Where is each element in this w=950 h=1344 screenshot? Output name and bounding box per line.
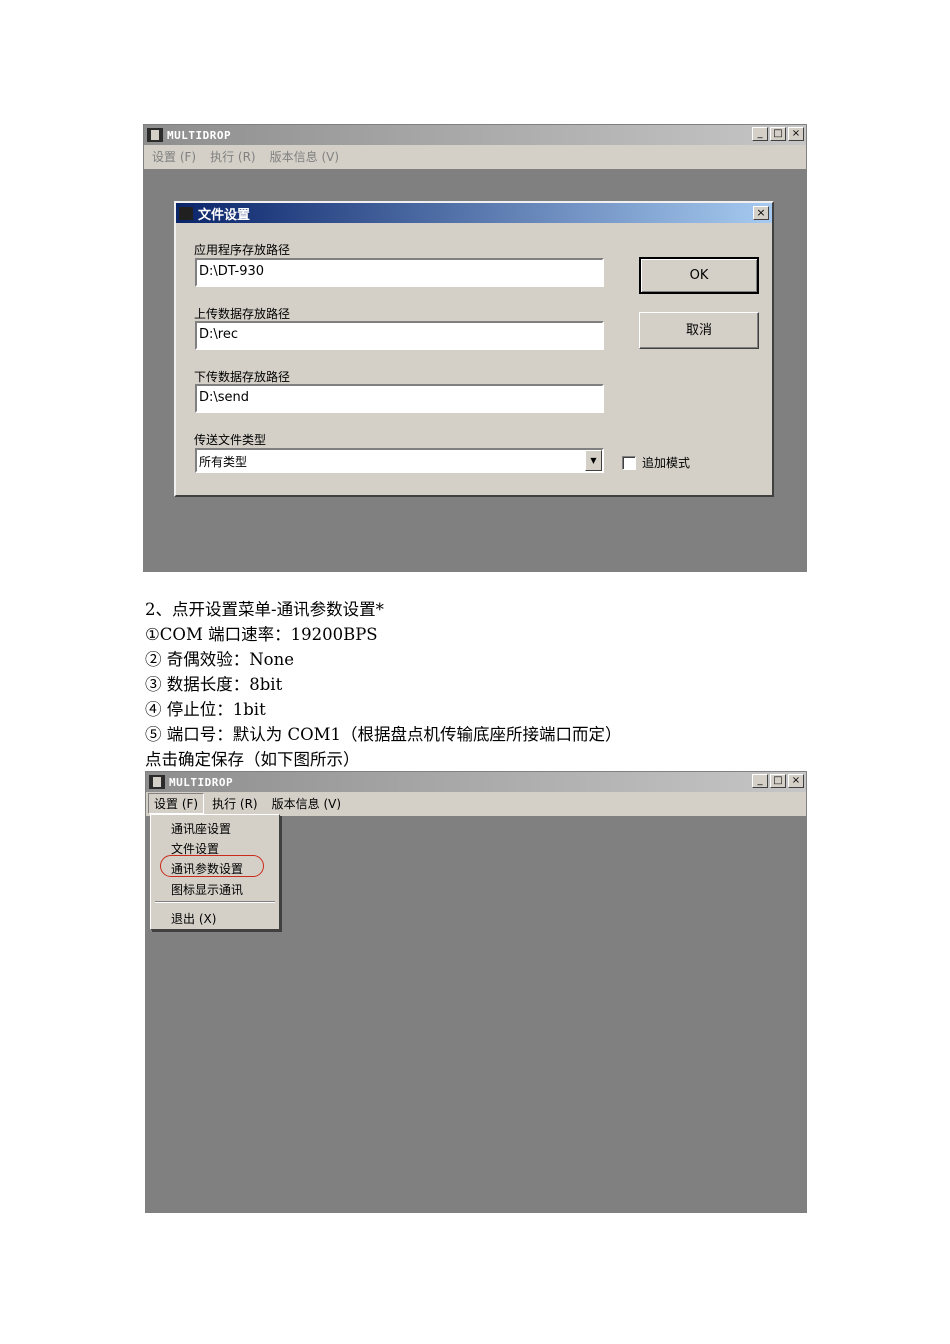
menu-settings[interactable]: 设置 (F) [146, 146, 202, 167]
close-button[interactable]: × [788, 127, 804, 141]
upload-path-input[interactable]: D:\rec [195, 321, 604, 350]
instruction-line-2: ② 奇偶效验：None [145, 650, 295, 669]
file-type-value: 所有类型 [199, 455, 248, 469]
dropdown-arrow-icon[interactable]: ▼ [585, 450, 602, 471]
dialog-icon [179, 206, 193, 220]
menu-version-info[interactable]: 版本信息 (V) [264, 146, 345, 167]
checkbox-box[interactable] [622, 455, 636, 470]
menu-item-exit[interactable]: 退出 (X) [171, 910, 216, 927]
cancel-button[interactable]: 取消 [639, 312, 759, 349]
file-type-label: 传送文件类型 [194, 433, 267, 447]
menu-item-comm-port-settings[interactable]: 通讯座设置 [171, 820, 231, 837]
menu-execute[interactable]: 执行 (R) [206, 793, 264, 814]
instruction-line-1: ①COM 端口速率：19200BPS [145, 625, 378, 644]
dialog-title: 文件设置 [198, 207, 251, 223]
minimize-button[interactable]: _ [752, 774, 768, 788]
download-path-label: 下传数据存放路径 [194, 370, 291, 384]
client-area: 文件设置 × 应用程序存放路径 D:\DT-930 上传数据存放路径 D:\re… [144, 169, 806, 571]
multidrop-window-file-settings: MULTIDROP _ □ × 设置 (F) 执行 (R) 版本信息 (V) 文… [143, 124, 807, 572]
file-type-select[interactable]: 所有类型 ▼ [195, 448, 604, 473]
menu-separator [155, 901, 275, 903]
menu-bar: 设置 (F) 执行 (R) 版本信息 (V) [144, 145, 806, 167]
title-bar[interactable]: MULTIDROP _ □ × [144, 125, 806, 145]
instruction-line-5: ⑤ 端口号：默认为 COM1（根据盘点机传输底座所接端口而定） [145, 725, 622, 744]
app-icon [149, 775, 165, 789]
menu-version-info[interactable]: 版本信息 (V) [266, 793, 347, 814]
minimize-button[interactable]: _ [752, 127, 768, 141]
multidrop-window-menu-open: MULTIDROP _ □ × 设置 (F) 执行 (R) 版本信息 (V) 通… [145, 771, 807, 1213]
close-button[interactable]: × [788, 774, 804, 788]
maximize-button[interactable]: □ [770, 127, 786, 141]
app-path-label: 应用程序存放路径 [194, 243, 291, 257]
instruction-line-3: ③ 数据长度：8bit [145, 675, 283, 694]
menu-settings[interactable]: 设置 (F) [148, 792, 205, 814]
instruction-line-6: 点击确定保存（如下图所示） [145, 750, 360, 769]
title-bar[interactable]: MULTIDROP _ □ × [146, 772, 806, 792]
window-title: MULTIDROP [169, 775, 234, 789]
instruction-line-4: ④ 停止位：1bit [145, 700, 266, 719]
window-title: MULTIDROP [167, 128, 232, 142]
menu-bar: 设置 (F) 执行 (R) 版本信息 (V) [146, 792, 806, 814]
settings-dropdown-menu: 通讯座设置 文件设置 通讯参数设置 图标显示通讯 退出 (X) [150, 814, 280, 930]
app-path-input[interactable]: D:\DT-930 [195, 258, 604, 287]
upload-path-label: 上传数据存放路径 [194, 307, 291, 321]
append-mode-label: 追加模式 [642, 456, 691, 470]
menu-item-icon-display-comm[interactable]: 图标显示通讯 [171, 881, 243, 898]
app-icon [147, 128, 163, 142]
ok-button[interactable]: OK [639, 257, 759, 294]
red-highlight-circle [160, 855, 264, 877]
menu-execute[interactable]: 执行 (R) [204, 146, 262, 167]
maximize-button[interactable]: □ [770, 774, 786, 788]
file-settings-dialog: 文件设置 × 应用程序存放路径 D:\DT-930 上传数据存放路径 D:\re… [174, 201, 774, 497]
step-heading: 2、点开设置菜单-通讯参数设置* [145, 600, 384, 619]
dialog-title-bar[interactable]: 文件设置 [176, 203, 772, 223]
download-path-input[interactable]: D:\send [195, 384, 604, 413]
dialog-close-icon[interactable]: × [753, 206, 769, 220]
append-mode-checkbox[interactable]: 追加模式 [622, 454, 690, 471]
